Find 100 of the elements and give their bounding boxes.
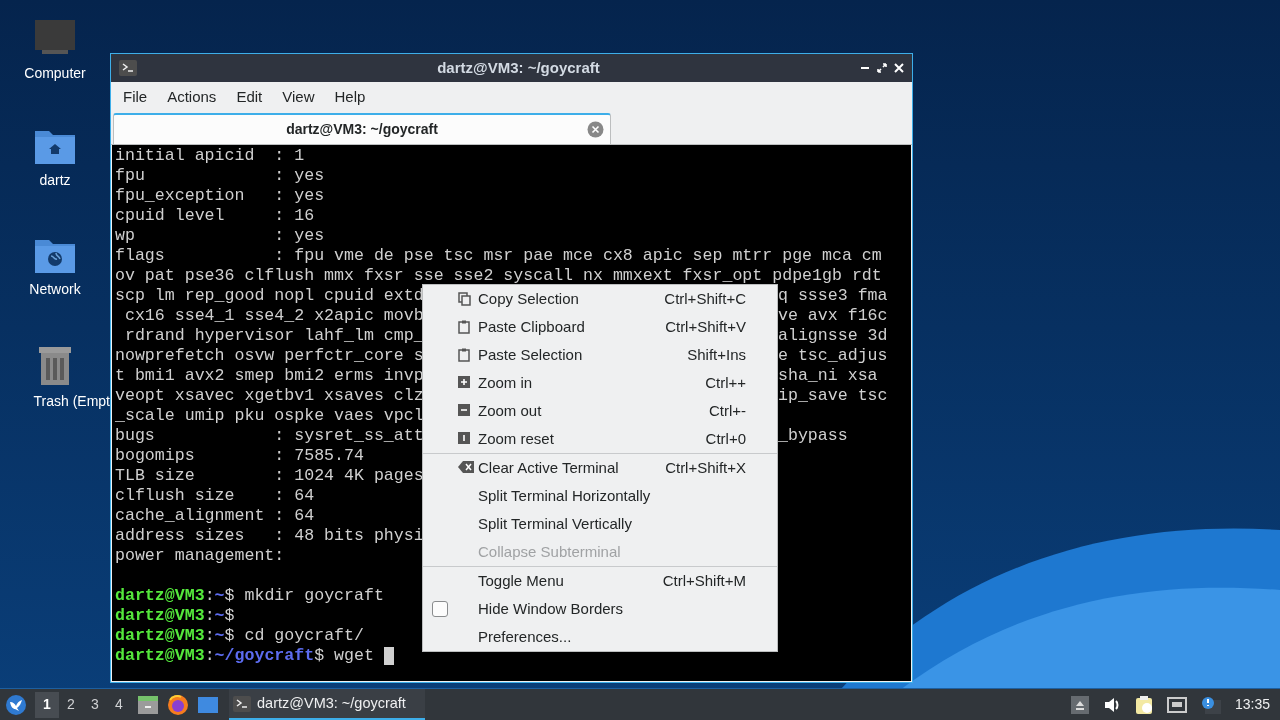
icon-label: Computer — [24, 64, 86, 83]
zoom-out-icon — [458, 404, 470, 416]
bird-logo-icon[interactable] — [5, 693, 27, 716]
terminal-line: initial apicid : 1 — [115, 146, 305, 166]
command-text: mkdir goycraft — [243, 586, 384, 606]
shortcut-label: Ctrl+Shift+C — [664, 288, 746, 309]
terminal-line: power management: — [115, 546, 285, 566]
terminal-line: ve avx f16c — [778, 306, 888, 326]
eject-icon[interactable] — [1070, 695, 1089, 714]
prompt-user: dartz@VM3 — [115, 626, 205, 646]
menu-item[interactable]: Zoom in Ctrl++ — [423, 369, 777, 397]
zoom-reset-icon — [458, 432, 470, 444]
menu-item[interactable]: Split Terminal Vertically — [423, 510, 777, 538]
terminal-line: cpuid level : 16 — [115, 206, 315, 226]
taskbar-task[interactable]: dartz@VM3: ~/goycraft — [229, 689, 425, 720]
file-manager-icon[interactable] — [137, 694, 159, 715]
checkbox[interactable] — [432, 601, 448, 617]
menu-item[interactable]: Preferences... — [423, 623, 777, 651]
menu-item[interactable]: File — [113, 81, 158, 113]
trash-icon[interactable] — [37, 344, 73, 386]
prompt-user: dartz@VM3 — [115, 586, 205, 606]
menu-item[interactable]: Zoom out Ctrl+- — [423, 397, 777, 425]
icon-label: Trash (Empt — [33, 392, 110, 411]
menu-item[interactable]: Paste Selection Shift+Ins — [423, 341, 777, 369]
terminal-line: address sizes : 48 bits physi — [115, 526, 424, 546]
terminal-line: clflush size : 64 — [115, 486, 315, 506]
terminal-line: _bypass — [778, 426, 848, 446]
clipboard-icon[interactable] — [1134, 694, 1153, 715]
terminal-line: veopt xsavec xgetbv1 xsaves clz — [115, 386, 424, 406]
command-text: wget — [333, 646, 374, 666]
prompt-colon: : — [204, 646, 215, 666]
window-title: dartz@VM3: ~/goycraft — [437, 57, 600, 78]
terminal-icon — [119, 60, 137, 76]
menu-item[interactable]: Copy Selection Ctrl+Shift+C — [423, 285, 777, 313]
prompt-path: ~/goycraft — [214, 646, 315, 666]
icon-label: Network — [29, 280, 81, 299]
shortcut-label: Ctrl+Shift+M — [662, 570, 746, 591]
zoom-in-icon — [458, 376, 470, 388]
prompt-path: ~ — [214, 626, 225, 646]
menu-item[interactable]: Help — [324, 81, 376, 113]
prompt-colon: : — [204, 626, 215, 646]
backspace-icon — [458, 461, 474, 473]
workspace-button[interactable]: 1 — [35, 691, 59, 718]
terminal-icon — [233, 695, 251, 712]
shortcut-label: Ctrl+- — [708, 400, 746, 421]
command-text: cd goycraft/ — [243, 626, 364, 646]
shortcut-label: Ctrl++ — [705, 372, 746, 393]
terminal-line: cache_alignment : 64 — [115, 506, 315, 526]
shortcut-label: Ctrl+Shift+X — [665, 457, 746, 478]
menu-item[interactable]: Actions — [157, 81, 227, 113]
terminal-line: wp : yes — [115, 226, 325, 246]
maximize-icon[interactable] — [877, 63, 887, 73]
menu-item[interactable]: Clear Active Terminal Ctrl+Shift+X — [423, 454, 777, 482]
prompt-sign: $ — [314, 646, 325, 666]
menu-item[interactable]: Hide Window Borders — [423, 595, 777, 623]
menu-item[interactable]: Split Terminal Horizontally — [423, 482, 777, 510]
firefox-icon[interactable] — [167, 693, 189, 716]
close-icon[interactable] — [894, 63, 904, 73]
terminal-line: ov pat pse36 clflush mmx fxsr sse sse2 syscall nx mmxext fxsr_opt pdpe1gb rdt — [115, 266, 882, 286]
terminal-line: q ssse3 fma — [778, 286, 888, 306]
menu-item[interactable]: Paste Clipboard Ctrl+Shift+V — [423, 313, 777, 341]
notification-icon[interactable] — [1200, 695, 1221, 714]
terminal-line: flags : fpu vme de pse tsc msr pae mce cx8 apic sep mtrr pge mca cm — [115, 246, 882, 266]
close-tab-icon[interactable] — [587, 121, 604, 138]
clock[interactable]: 13:35 — [1234, 694, 1270, 715]
prompt-colon: : — [204, 606, 215, 626]
menu-item[interactable]: View — [272, 81, 325, 113]
terminal-line: bogomips : 7585.74 — [115, 446, 364, 466]
prompt-sign: $ — [224, 606, 235, 626]
terminal-line: scp lm rep_good nopl cpuid extd — [115, 286, 424, 306]
prompt-colon: : — [204, 586, 215, 606]
terminal-line: bugs : sysret_ss_att — [115, 426, 424, 446]
copy-icon — [458, 292, 471, 306]
clipboard-icon — [458, 320, 470, 334]
terminal-line: t bmi1 avx2 smep bmi2 erms invp — [115, 366, 424, 386]
prompt-path: ~ — [214, 586, 225, 606]
clipboard-icon — [458, 348, 470, 362]
terminal-line: _scale umip pku ospke vaes vpcl — [115, 406, 424, 426]
shortcut-label: Ctrl+0 — [705, 428, 746, 449]
prompt-sign: $ — [224, 626, 235, 646]
workspace-button[interactable]: 2 — [59, 691, 83, 718]
shortcut-label: Shift+Ins — [687, 344, 746, 365]
icon-label: dartz — [39, 171, 71, 190]
menu-item[interactable]: Edit — [226, 81, 273, 113]
terminal-line: fpu_exception : yes — [115, 186, 325, 206]
menu-item[interactable]: Zoom reset Ctrl+0 — [423, 425, 777, 453]
workspace-button[interactable]: 4 — [107, 691, 131, 718]
terminal-line: alignsse 3d — [778, 326, 888, 346]
menu-item[interactable]: Toggle Menu Ctrl+Shift+M — [423, 567, 777, 595]
terminal-line: nowprefetch osvw perfctr_core s — [115, 346, 424, 366]
terminal-line: rdrand hypervisor lahf_lm cmp_ — [123, 326, 424, 346]
shortcut-label: Ctrl+Shift+V — [665, 316, 746, 337]
window-icon[interactable] — [197, 695, 219, 714]
prompt-user: dartz@VM3 — [115, 646, 205, 666]
terminal-line: e tsc_adjus — [778, 346, 888, 366]
tab[interactable]: dartz@VM3: ~/goycraft — [113, 113, 611, 144]
terminal-line: ip_save tsc — [778, 386, 888, 406]
workspace-button[interactable]: 3 — [83, 691, 107, 718]
speaker-icon[interactable] — [1102, 695, 1121, 714]
network-icon[interactable] — [1166, 695, 1187, 714]
